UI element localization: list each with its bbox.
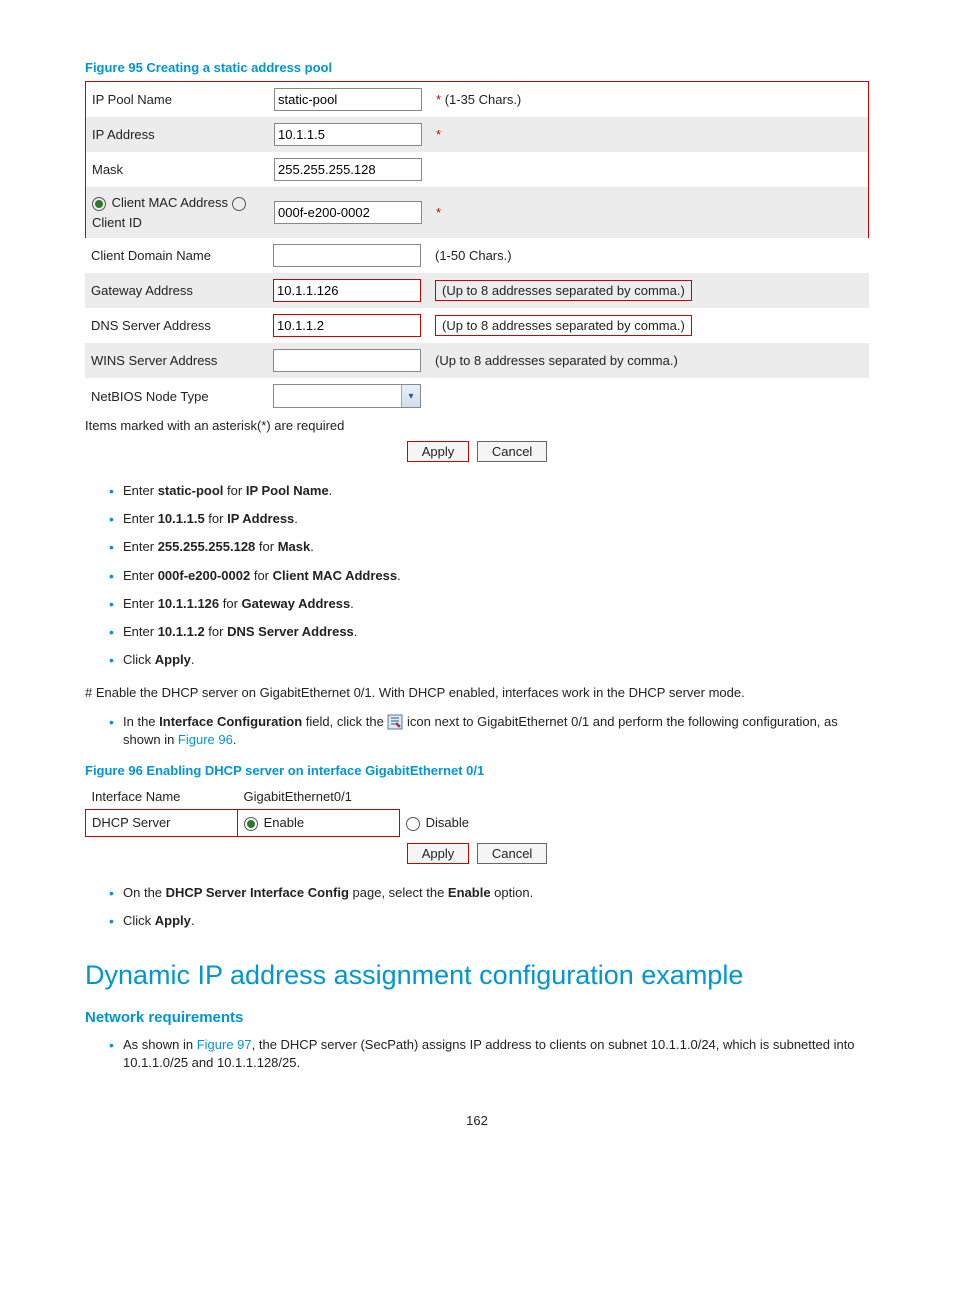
- label-dhcp-server: DHCP Server: [86, 810, 238, 837]
- label-ip-address: IP Address: [86, 117, 269, 152]
- label-disable: Disable: [426, 815, 469, 830]
- value-interface-name: GigabitEthernet0/1: [238, 784, 400, 810]
- hint-client-domain: (1-50 Chars.): [429, 238, 869, 273]
- label-mask: Mask: [86, 152, 269, 187]
- radio-client-id[interactable]: [232, 197, 246, 211]
- chevron-down-icon: ▾: [401, 385, 420, 407]
- apply-button[interactable]: Apply: [407, 441, 470, 462]
- label-ip-pool-name: IP Pool Name: [86, 82, 269, 118]
- heading-dynamic-ip: Dynamic IP address assignment configurat…: [85, 960, 869, 991]
- radio-enable[interactable]: [244, 817, 258, 831]
- radio-client-mac[interactable]: [92, 197, 106, 211]
- label-client-id: Client ID: [92, 215, 142, 230]
- iface-apply-button[interactable]: Apply: [407, 843, 470, 864]
- figure-96-caption: Figure 96 Enabling DHCP server on interf…: [85, 763, 869, 778]
- required-star: *: [436, 92, 441, 107]
- interface-config-form: Interface Name GigabitEthernet0/1 DHCP S…: [85, 784, 869, 837]
- cancel-button[interactable]: Cancel: [477, 441, 547, 462]
- link-figure-97[interactable]: Figure 97: [197, 1037, 252, 1052]
- link-figure-96[interactable]: Figure 96: [178, 732, 233, 747]
- page-number: 162: [85, 1113, 869, 1128]
- instruction-list-ic: In the Interface Configuration field, cl…: [85, 713, 869, 749]
- required-star: *: [436, 127, 441, 142]
- label-client-domain: Client Domain Name: [85, 238, 267, 273]
- input-mask[interactable]: [274, 158, 422, 181]
- input-client-domain[interactable]: [273, 244, 421, 267]
- iface-cancel-button[interactable]: Cancel: [477, 843, 547, 864]
- input-dns[interactable]: [273, 314, 421, 337]
- input-ip-pool-name[interactable]: [274, 88, 422, 111]
- input-wins[interactable]: [273, 349, 421, 372]
- input-client-value[interactable]: [274, 201, 422, 224]
- instruction-list-1: Enter static-pool for IP Pool Name. Ente…: [85, 482, 869, 669]
- input-ip-address[interactable]: [274, 123, 422, 146]
- label-gateway: Gateway Address: [85, 273, 267, 308]
- required-star: *: [436, 205, 441, 220]
- hint-gateway: (Up to 8 addresses separated by comma.): [435, 280, 692, 301]
- select-netbios[interactable]: ▾: [273, 384, 421, 408]
- label-enable: Enable: [264, 815, 304, 830]
- radio-disable[interactable]: [406, 817, 420, 831]
- required-note: Items marked with an asterisk(*) are req…: [85, 418, 869, 433]
- static-pool-form-2: Client Domain Name (1-50 Chars.) Gateway…: [85, 238, 869, 414]
- label-dns: DNS Server Address: [85, 308, 267, 343]
- label-wins: WINS Server Address: [85, 343, 267, 378]
- instruction-list-2: On the DHCP Server Interface Config page…: [85, 884, 869, 930]
- figure-95-caption: Figure 95 Creating a static address pool: [85, 60, 869, 75]
- paragraph-enable-dhcp: # Enable the DHCP server on GigabitEther…: [85, 683, 869, 703]
- instruction-list-3: As shown in Figure 97, the DHCP server (…: [85, 1036, 869, 1072]
- edit-icon: [387, 714, 403, 730]
- input-gateway[interactable]: [273, 279, 421, 302]
- heading-network-req: Network requirements: [85, 1009, 869, 1026]
- static-pool-form: IP Pool Name * (1-35 Chars.) IP Address …: [85, 81, 869, 238]
- hint-dns: (Up to 8 addresses separated by comma.): [435, 315, 692, 336]
- hint-wins: (Up to 8 addresses separated by comma.): [429, 343, 869, 378]
- label-netbios: NetBIOS Node Type: [85, 378, 267, 414]
- hint-ip-pool-name: (1-35 Chars.): [445, 92, 522, 107]
- label-client-mac: Client MAC Address: [112, 195, 228, 210]
- label-interface-name: Interface Name: [86, 784, 238, 810]
